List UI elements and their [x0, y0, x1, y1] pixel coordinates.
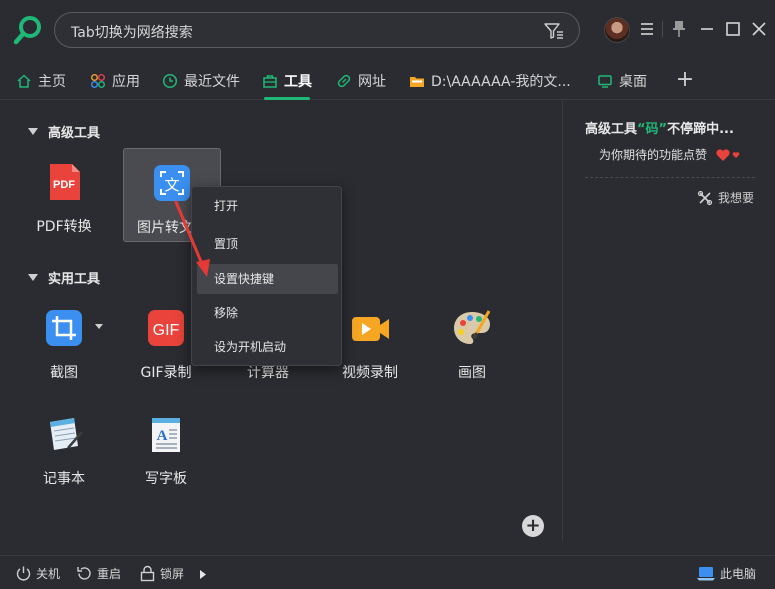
this-computer-button[interactable]: 此电脑	[696, 565, 756, 582]
pdf-icon: PDF	[50, 164, 80, 200]
tools-cross-icon	[697, 190, 713, 205]
tab-apps[interactable]: 应用	[90, 62, 140, 100]
svg-text:文: 文	[164, 176, 179, 194]
section-advanced-tools[interactable]: 高级工具	[28, 122, 100, 141]
apps-icon	[91, 74, 105, 88]
lock-icon	[140, 565, 155, 582]
tab-label: 桌面	[619, 74, 647, 90]
tab-folder[interactable]: D:\AAAAAA-我的文...	[409, 62, 571, 100]
close-icon[interactable]	[748, 18, 770, 40]
restart-icon	[77, 567, 91, 580]
search-input[interactable]: Tab切换为网络搜索	[54, 12, 580, 48]
minimize-icon[interactable]	[696, 18, 718, 40]
tool-label: PDF转换	[36, 219, 92, 235]
clock-icon	[162, 73, 178, 89]
restart-label: 重启	[97, 567, 122, 581]
collapse-triangle-icon	[28, 128, 38, 135]
menu-item-startup[interactable]: 设为开机启动	[197, 332, 338, 362]
add-tool-button[interactable]: +	[522, 515, 544, 537]
ocr-icon: 文	[154, 165, 190, 201]
computer-label: 此电脑	[720, 567, 757, 581]
tool-label: 截图	[50, 365, 78, 381]
tool-label: 画图	[458, 365, 486, 381]
tab-recent-files[interactable]: 最近文件	[162, 62, 240, 100]
svg-text:GIF: GIF	[153, 322, 180, 339]
dropdown-arrow-icon[interactable]	[95, 324, 103, 330]
want-label: 我想要	[718, 191, 755, 205]
lock-screen-button[interactable]: 锁屏	[139, 565, 184, 582]
tab-label: 主页	[38, 74, 66, 90]
title-highlight: “码”	[637, 122, 668, 137]
paint-palette-icon	[454, 310, 491, 344]
top-bar: Tab切换为网络搜索	[0, 0, 775, 60]
tool-pdf-convert[interactable]: PDF PDF转换	[16, 148, 112, 242]
context-menu: 打开 置顶 设置快捷键 移除 设为开机启动	[191, 186, 342, 366]
right-panel-subtitle: 为你期待的功能点赞	[599, 146, 741, 163]
menu-item-set-shortcut[interactable]: 设置快捷键	[197, 264, 338, 294]
maximize-icon[interactable]	[722, 18, 744, 40]
tab-bar: 主页 应用 最近文件 工具 网址 D:\AAAAAA-我的文... 桌面 +	[0, 62, 775, 100]
tab-desktop[interactable]: 桌面	[597, 62, 647, 100]
section-title: 高级工具	[48, 126, 101, 141]
search-logo-icon[interactable]	[12, 14, 44, 46]
title-prefix: 高级工具	[585, 122, 638, 137]
laptop-icon	[697, 567, 715, 581]
tool-paint[interactable]: 画图	[424, 294, 520, 388]
menu-item-open[interactable]: 打开	[197, 191, 338, 221]
tool-screenshot[interactable]: 截图	[16, 294, 112, 388]
tool-notepad[interactable]: 记事本	[16, 400, 112, 494]
collapse-triangle-icon	[28, 274, 38, 281]
search-placeholder: Tab切换为网络搜索	[71, 25, 193, 41]
restart-button[interactable]: 重启	[76, 565, 121, 582]
menu-item-remove[interactable]: 移除	[197, 298, 338, 328]
filter-icon[interactable]	[543, 21, 565, 41]
link-icon	[337, 74, 351, 88]
tab-label: D:\AAAAAA-我的文...	[431, 74, 571, 90]
shutdown-button[interactable]: 关机	[15, 565, 60, 582]
heart-icon	[716, 149, 740, 161]
section-title: 实用工具	[48, 272, 101, 287]
tool-label: 记事本	[43, 471, 85, 487]
tab-urls[interactable]: 网址	[336, 62, 386, 100]
expand-arrow-icon[interactable]	[199, 570, 207, 579]
pin-icon[interactable]	[668, 18, 690, 40]
power-icon	[16, 566, 31, 581]
tool-label: 写字板	[145, 471, 187, 487]
tool-wordpad[interactable]: A 写字板	[118, 400, 214, 494]
lock-label: 锁屏	[160, 567, 185, 581]
shutdown-label: 关机	[36, 567, 61, 581]
tab-label: 工具	[284, 74, 312, 90]
monitor-icon	[598, 75, 612, 88]
svg-text:PDF: PDF	[53, 179, 75, 191]
dashed-divider	[585, 177, 755, 178]
section-utility-tools[interactable]: 实用工具	[28, 268, 100, 287]
home-icon	[17, 74, 31, 88]
divider	[662, 21, 663, 37]
crop-screenshot-icon	[46, 310, 82, 346]
bottom-bar: 关机 重启 锁屏 此电脑	[0, 555, 775, 589]
want-button[interactable]: 我想要	[697, 189, 754, 206]
wordpad-icon: A	[152, 418, 180, 452]
tab-label: 应用	[112, 74, 140, 90]
subtitle-text: 为你期待的功能点赞	[599, 148, 708, 162]
panel-divider	[562, 101, 563, 541]
folder-icon	[410, 77, 424, 87]
gif-icon: GIF	[148, 310, 184, 346]
add-tab-button[interactable]: +	[674, 69, 696, 92]
notepad-icon	[50, 418, 83, 450]
video-camera-icon	[352, 317, 389, 341]
svg-text:A: A	[157, 428, 168, 444]
right-panel-title: 高级工具“码”不停蹄中...	[585, 118, 734, 137]
tab-label: 最近文件	[184, 74, 240, 90]
toolbox-icon	[263, 75, 277, 88]
menu-item-pin-top[interactable]: 置顶	[197, 229, 338, 259]
tab-tools[interactable]: 工具	[262, 62, 312, 100]
menu-icon[interactable]	[636, 18, 658, 40]
avatar[interactable]	[604, 17, 630, 43]
tab-label: 网址	[358, 74, 386, 90]
title-suffix: 不停蹄中...	[667, 122, 734, 137]
app-window: Tab切换为网络搜索 主页 应用 最近文件 工具 网址 D:\AAAAAA-我的…	[0, 0, 775, 589]
tab-home[interactable]: 主页	[16, 62, 66, 100]
